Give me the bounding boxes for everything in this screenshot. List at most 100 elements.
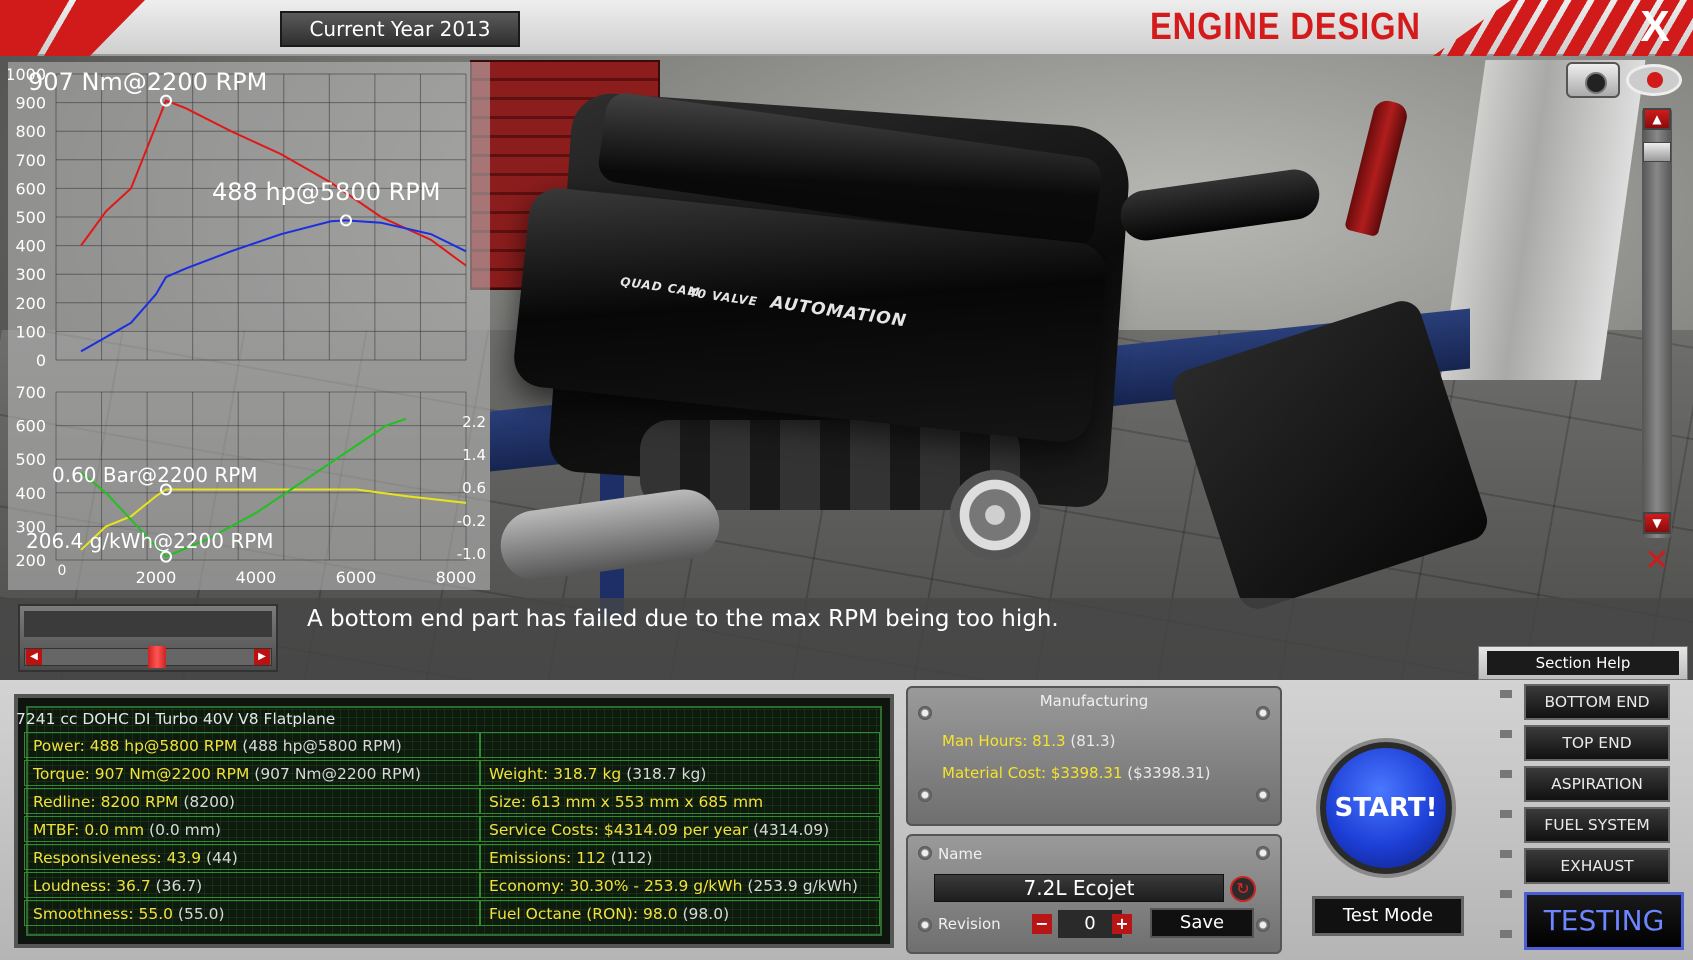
bolt-icon (918, 918, 932, 932)
charts-svg: 10009008007006005004003002001000907 Nm@2… (8, 65, 486, 587)
stat-reference: (55.0) (172, 905, 225, 923)
x-tick-label: 2000 (136, 568, 177, 587)
stat-reference: (0.0 mm) (144, 821, 221, 839)
y-tick-label: 200 (15, 294, 46, 313)
y2-tick-label: 1.4 (462, 446, 486, 464)
section-button-aspiration[interactable]: ASPIRATION (1524, 766, 1670, 802)
x-tick-label: 0 (58, 563, 67, 579)
section-button-top-end[interactable]: TOP END (1524, 725, 1670, 761)
left-stat-row: Responsiveness: 43.9 (44) (24, 844, 480, 870)
bolt-icon (918, 788, 932, 802)
slider-knob[interactable] (148, 646, 166, 668)
y-tick-label: 500 (15, 450, 46, 469)
y-tick-label: 600 (15, 179, 46, 198)
material-cost: Material Cost: $3398.31 ($3398.31) (942, 764, 1211, 782)
stat-reference: (44) (201, 849, 238, 867)
testing-button[interactable]: TESTING (1524, 892, 1684, 950)
hide-icon[interactable]: ✕ (1632, 543, 1682, 579)
eye-icon[interactable] (1626, 64, 1682, 96)
y-tick-label: 400 (15, 237, 46, 256)
engine-name-input[interactable]: 7.2L Ecojet (934, 874, 1224, 902)
left-stat-row: Power: 488 hp@5800 RPM (488 hp@5800 RPM) (24, 732, 480, 758)
right-stat-row: Service Costs: $4314.09 per year (4314.0… (480, 816, 880, 842)
scroll-thumb[interactable] (1643, 142, 1671, 162)
view-slider[interactable]: ◀ ▶ (18, 604, 278, 672)
section-button-exhaust[interactable]: EXHAUST (1524, 848, 1670, 884)
scroll-down-button[interactable]: ▼ (1643, 512, 1671, 534)
stat-value: Torque: 907 Nm@2200 RPM (33, 765, 250, 783)
stat-value: Loudness: 36.7 (33, 877, 151, 895)
revision-label: Revision (938, 915, 1001, 933)
right-stat-row-empty (480, 732, 880, 758)
zoom-scrollbar[interactable] (1642, 108, 1672, 538)
man-hours: Man Hours: 81.3 (81.3) (942, 732, 1115, 750)
stat-value: Size: 613 mm x 553 mm x 685 mm (489, 793, 764, 811)
stat-reference: (98.0) (677, 905, 730, 923)
fire-extinguisher (1344, 97, 1410, 238)
right-stat-row: Emissions: 112 (112) (480, 844, 880, 870)
torque-annotation: 907 Nm@2200 RPM (28, 68, 267, 96)
stat-value: Redline: 8200 RPM (33, 793, 179, 811)
x-tick-label: 6000 (336, 568, 377, 587)
stat-value: Responsiveness: 43.9 (33, 849, 202, 867)
stat-reference: (318.7 kg) (621, 765, 707, 783)
stat-reference: (4314.09) (748, 821, 830, 839)
y-tick-label: 900 (15, 94, 46, 113)
y-tick-label: 700 (15, 383, 46, 402)
right-stat-row: Weight: 318.7 kg (318.7 kg) (480, 760, 880, 786)
stat-value: Smoothness: 55.0 (33, 905, 173, 923)
stat-value: MTBF: 0.0 mm (33, 821, 145, 839)
revision-plus-button[interactable]: + (1112, 914, 1132, 934)
stat-reference: (488 hp@5800 RPM) (237, 737, 402, 755)
name-label: Name (938, 845, 983, 863)
material-cost-value: Material Cost: $3398.31 (942, 764, 1123, 782)
revision-minus-button[interactable]: − (1032, 914, 1052, 934)
panel-rivets (1500, 690, 1512, 950)
man-hours-value: Man Hours: 81.3 (942, 732, 1066, 750)
y-tick-label: 200 (15, 551, 46, 570)
section-button-bottom-end[interactable]: BOTTOM END (1524, 684, 1670, 720)
scroll-up-button[interactable]: ▲ (1643, 108, 1671, 130)
y2-tick-label: -0.2 (457, 512, 486, 530)
start-button[interactable]: START! (1320, 742, 1452, 874)
slider-right-arrow-icon[interactable]: ▶ (254, 649, 270, 665)
save-button[interactable]: Save (1150, 908, 1254, 938)
stat-reference: (8200) (178, 793, 235, 811)
y-tick-label: 500 (15, 208, 46, 227)
y-tick-label: 600 (15, 417, 46, 436)
slider-left-arrow-icon[interactable]: ◀ (26, 649, 42, 665)
stat-value: Economy: 30.30% - 253.9 g/kWh (489, 877, 743, 895)
stat-reference: (112) (605, 849, 653, 867)
pulley (950, 470, 1040, 560)
y-tick-label: 300 (15, 265, 46, 284)
bolt-icon (1256, 846, 1270, 860)
right-stat-row: Fuel Octane (RON): 98.0 (98.0) (480, 900, 880, 926)
y2-tick-label: 0.6 (462, 479, 486, 497)
material-cost-ref: ($3398.31) (1122, 764, 1211, 782)
stat-value: Emissions: 112 (489, 849, 606, 867)
engine-description: 7241 cc DOHC DI Turbo 40V V8 Flatplane (16, 710, 336, 728)
left-stat-row: Redline: 8200 RPM (8200) (24, 788, 480, 814)
current-year: Current Year 2013 (280, 11, 520, 47)
stat-value: Service Costs: $4314.09 per year (489, 821, 749, 839)
camera-icon[interactable] (1566, 62, 1620, 98)
section-button-fuel-system[interactable]: FUEL SYSTEM (1524, 807, 1670, 843)
stat-reference: (907 Nm@2200 RPM) (249, 765, 421, 783)
manufacturing-title: Manufacturing (1039, 692, 1149, 710)
page-title: ENGINE DESIGN (1150, 6, 1421, 48)
bolt-icon (1256, 788, 1270, 802)
bolt-icon (1256, 918, 1270, 932)
test-mode-button[interactable]: Test Mode (1312, 896, 1464, 936)
left-stat-row: Smoothness: 55.0 (55.0) (24, 900, 480, 926)
section-help-label: Section Help (1487, 651, 1679, 675)
status-message: A bottom end part has failed due to the … (307, 606, 1059, 632)
performance-charts: 1000 900 800 700 600 500 400 300 200 100 0 907 Nm@2… (8, 62, 490, 590)
random-name-icon[interactable]: ↻ (1230, 876, 1256, 902)
close-button[interactable]: X (1633, 2, 1677, 52)
stat-value: Power: 488 hp@5800 RPM (33, 737, 238, 755)
section-help-button[interactable]: Section Help (1478, 646, 1688, 680)
left-stat-row: Torque: 907 Nm@2200 RPM (907 Nm@2200 RPM… (24, 760, 480, 786)
bsfc-annotation: 206.4 g/kWh@2200 RPM (26, 529, 274, 553)
intake-pipe (1117, 166, 1323, 244)
left-stat-row: Loudness: 36.7 (36.7) (24, 872, 480, 898)
